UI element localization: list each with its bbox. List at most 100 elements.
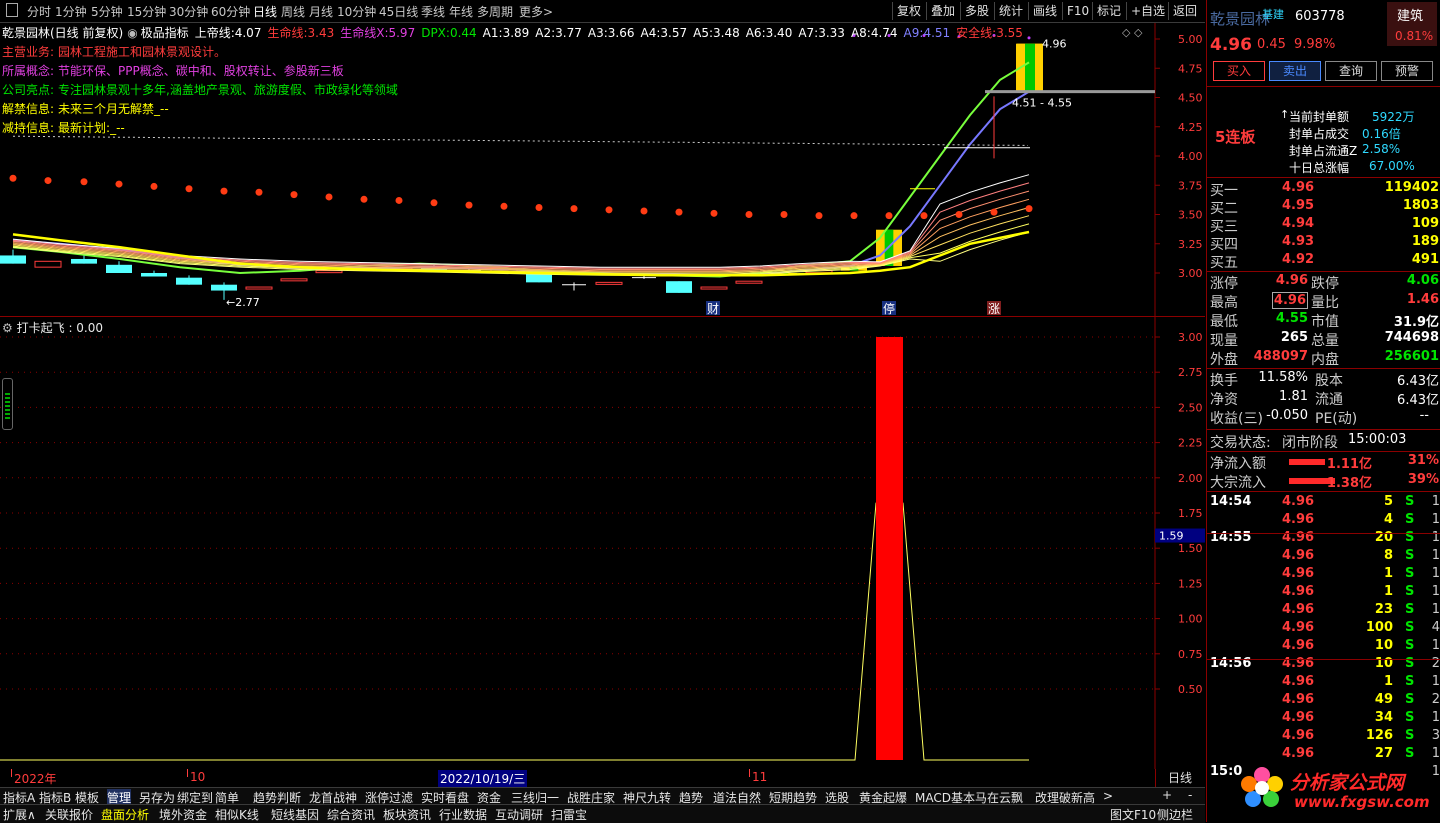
indicator-tab-23[interactable]: > [1103, 789, 1113, 803]
toolbar-button-6[interactable]: 标记 [1092, 2, 1125, 20]
trade-tab-1[interactable]: 卖出 [1269, 61, 1321, 81]
ext-tab-8[interactable]: 行业数据 [439, 806, 487, 823]
zoom-in-button[interactable]: + [1162, 788, 1172, 802]
period-label[interactable]: 日线 [1168, 769, 1192, 786]
bid-label: 买二 [1210, 201, 1238, 217]
ext-tab-3[interactable]: 境外资金 [159, 806, 207, 823]
event-marker[interactable]: 涨 [988, 301, 1000, 316]
bid-volume: 189 [1411, 234, 1439, 249]
dotted-resistance-line [13, 135, 1028, 146]
bid-row: 买四 4.93 189 [1207, 234, 1440, 253]
tab-8[interactable]: 月线 [309, 3, 333, 20]
tick-volume: 8 [1383, 548, 1393, 563]
ext-tab-6[interactable]: 综合资讯 [327, 806, 375, 823]
low-price-label: ←2.77 [226, 296, 260, 309]
candle-down [211, 284, 237, 291]
toolbar-button-8[interactable]: 返回 [1168, 2, 1201, 20]
trade-tab-0[interactable]: 买入 [1213, 61, 1265, 81]
ext-tab-10[interactable]: 扫雷宝 [551, 806, 587, 823]
toolbar-button-2[interactable]: 多股 [960, 2, 993, 20]
header-item-label: A9: [903, 26, 924, 40]
tab-0[interactable]: 分时 [27, 3, 51, 20]
bid-price: 4.96 [1282, 180, 1315, 195]
collapse-icon[interactable]: ◇ ◇ [1122, 26, 1143, 39]
status-time: 15:00:03 [1348, 432, 1407, 447]
tick-volume: 23 [1374, 602, 1393, 617]
tab-11[interactable]: 季线 [421, 3, 445, 20]
price-pct: 9.98% [1294, 37, 1336, 52]
tick-side: S [1405, 512, 1415, 527]
sector-badge: 基建 [1262, 8, 1284, 21]
tick-row: 4.96 23 S 1 [1207, 602, 1440, 621]
event-marker[interactable]: 财 [707, 302, 719, 316]
indicator-tick-label: 2.00 [1178, 472, 1203, 485]
quote-label: 总量 [1311, 333, 1339, 349]
trade-tab-2[interactable]: 查询 [1325, 61, 1377, 81]
indicator-switch-icon[interactable]: ◉ [127, 26, 137, 40]
safety-dot [465, 201, 473, 209]
info-line-label: 减持信息: [2, 121, 55, 135]
tab-9[interactable]: 10分钟 [337, 3, 376, 20]
toolbar-button-0[interactable]: 复权 [892, 2, 925, 20]
tab-3[interactable]: 15分钟 [127, 3, 166, 20]
indicator-name[interactable]: 极品指标 [141, 26, 189, 40]
ext-tab-5[interactable]: 短线基因 [271, 806, 319, 823]
current-price: 4.96 [1210, 35, 1252, 55]
tick-count: 1 [1431, 512, 1440, 527]
sidebar-toggle-1[interactable]: 侧边栏 [1157, 806, 1193, 823]
safety-dot [955, 211, 963, 218]
bid-volume: 119402 [1384, 180, 1439, 195]
tab-6[interactable]: 日线 [253, 3, 277, 20]
scroll-handle[interactable] [2, 378, 13, 430]
toolbar-button-7[interactable]: +自选 [1126, 2, 1169, 20]
sidebar-toggle-0[interactable]: 图文F10 [1110, 806, 1156, 823]
ext-tab-1[interactable]: 关联报价 [45, 806, 93, 823]
stock-code: 603778 [1295, 9, 1345, 24]
tab-12[interactable]: 年线 [449, 3, 473, 20]
axis-tick-label: 3.25 [1178, 238, 1203, 251]
tab-13[interactable]: 多周期 [477, 3, 513, 20]
tab-10[interactable]: 45日线 [379, 3, 418, 20]
tick-side: S [1405, 692, 1415, 707]
tab-2[interactable]: 5分钟 [91, 3, 123, 20]
safety-dot [115, 180, 123, 188]
tab-14[interactable]: 更多> [519, 3, 553, 20]
indicator-tick-label: 2.50 [1178, 401, 1203, 414]
seal-label: 当前封单额 [1289, 110, 1350, 124]
toolbar-button-3[interactable]: 统计 [994, 2, 1027, 20]
ext-tab-4[interactable]: 相似K线 [215, 806, 259, 823]
indicator-gear-icon[interactable]: ⚙ [2, 321, 13, 335]
tick-row: 4.96 1 S 1 [1207, 584, 1440, 603]
tab-7[interactable]: 周线 [281, 3, 305, 20]
indicator-value: : 0.00 [68, 321, 104, 335]
ext-tab-9[interactable]: 互动调研 [495, 806, 543, 823]
candle-up [735, 280, 763, 284]
trade-tab-3[interactable]: 预警 [1381, 61, 1433, 81]
tick-volume: 34 [1374, 710, 1393, 725]
flow-pct: 39% [1407, 472, 1439, 487]
ext-tab-0[interactable]: 扩展∧ [3, 806, 36, 823]
indicator-chart[interactable]: 3.00 2.75 2.50 2.25 2.00 1.75 1.50 1.25 1.00 0.75… [0, 317, 1205, 769]
divider [1207, 491, 1440, 492]
toolbar-button-5[interactable]: F10 [1062, 2, 1093, 20]
tick-price: 4.96 [1282, 710, 1315, 725]
axis-tick-label: 4.50 [1178, 92, 1203, 105]
safety-dot [1025, 205, 1033, 213]
tab-1[interactable]: 1分钟 [55, 3, 87, 20]
event-marker[interactable]: 停 [883, 301, 895, 316]
tab-5[interactable]: 60分钟 [211, 3, 250, 20]
seal-label: 封单占流通Z [1289, 144, 1358, 158]
tab-4[interactable]: 30分钟 [169, 3, 208, 20]
date-tick [749, 769, 750, 777]
date-label: 11 [752, 770, 768, 784]
toolbar-button-4[interactable]: 画线 [1028, 2, 1061, 20]
quote-value: 256601 [1384, 349, 1439, 364]
header-item-label: A2: [535, 26, 556, 40]
ext-tab-2[interactable]: 盘面分析 [101, 806, 149, 823]
tick-price: 4.96 [1282, 512, 1315, 527]
ext-tab-7[interactable]: 板块资讯 [383, 806, 431, 823]
window-menu-icon[interactable] [6, 3, 18, 17]
zoom-out-button[interactable]: - [1188, 788, 1192, 802]
toolbar-button-1[interactable]: 叠加 [926, 2, 959, 20]
indicator-tick-label: 2.75 [1178, 366, 1203, 379]
